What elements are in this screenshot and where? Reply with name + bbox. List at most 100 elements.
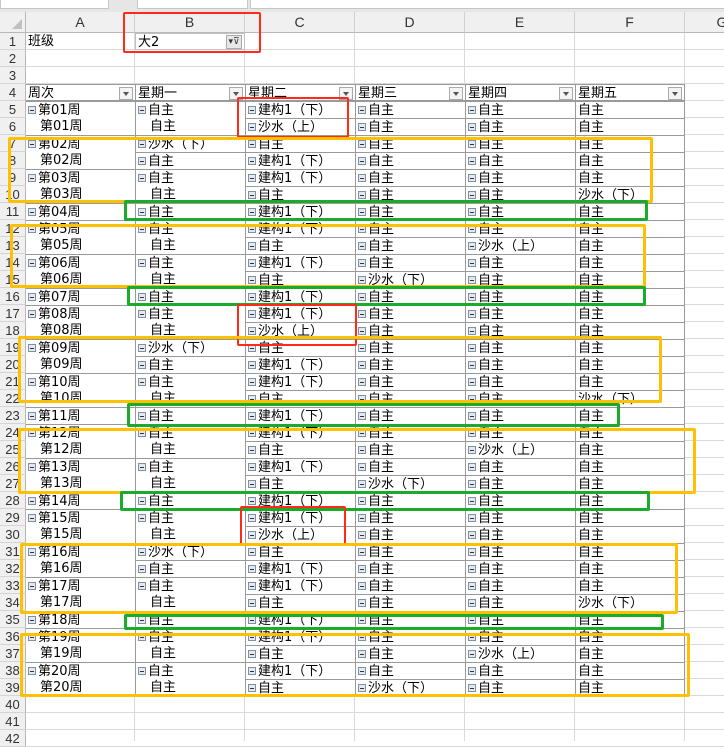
schedule-cell[interactable]: 自主 xyxy=(135,424,245,441)
schedule-cell[interactable]: 自主 xyxy=(135,101,245,118)
collapse-icon[interactable] xyxy=(358,394,366,403)
schedule-cell[interactable]: 自主 xyxy=(245,271,355,288)
schedule-cell[interactable]: 自主 xyxy=(465,509,575,526)
schedule-cell[interactable]: 自主 xyxy=(465,577,575,594)
schedule-cell[interactable]: 沙水（上） xyxy=(245,526,355,543)
week-cell[interactable]: 第16周 xyxy=(26,560,135,577)
week-cell[interactable]: 第12周 xyxy=(26,441,135,458)
week-cell[interactable]: 第10周 xyxy=(26,373,135,390)
schedule-cell[interactable]: 自主 xyxy=(245,135,355,152)
schedule-cell[interactable]: 自主 xyxy=(135,679,245,696)
collapse-icon[interactable] xyxy=(358,343,366,352)
row-header[interactable]: 10 xyxy=(0,186,26,203)
collapse-icon[interactable] xyxy=(138,547,146,556)
collapse-icon[interactable] xyxy=(248,496,256,505)
collapse-icon[interactable] xyxy=(138,428,146,437)
dropdown-arrow-icon[interactable] xyxy=(119,87,133,100)
collapse-icon[interactable] xyxy=(468,445,476,454)
column-header-D[interactable]: D xyxy=(355,12,465,33)
collapse-icon[interactable] xyxy=(28,377,36,386)
schedule-cell[interactable]: 建构1（下） xyxy=(245,458,355,475)
schedule-cell[interactable]: 自主 xyxy=(465,611,575,628)
schedule-cell[interactable]: 自主 xyxy=(135,441,245,458)
collapse-icon[interactable] xyxy=(138,564,146,573)
schedule-cell[interactable]: 建构1（下） xyxy=(245,356,355,373)
collapse-icon[interactable] xyxy=(358,377,366,386)
schedule-cell[interactable]: 沙水（下） xyxy=(575,594,685,611)
week-cell[interactable]: 第18周 xyxy=(26,611,135,628)
row-header[interactable]: 12 xyxy=(0,220,26,237)
collapse-icon[interactable] xyxy=(468,377,476,386)
schedule-cell[interactable]: 自主 xyxy=(135,662,245,679)
schedule-cell[interactable]: 自主 xyxy=(575,220,685,237)
column-header-A[interactable]: A xyxy=(26,12,135,33)
collapse-icon[interactable] xyxy=(468,394,476,403)
schedule-cell[interactable]: 自主 xyxy=(355,577,465,594)
row-header[interactable]: 7 xyxy=(0,135,26,152)
formula-input[interactable] xyxy=(250,0,724,9)
schedule-cell[interactable]: 自主 xyxy=(465,101,575,118)
collapse-icon[interactable] xyxy=(468,292,476,301)
schedule-cell[interactable]: 自主 xyxy=(575,356,685,373)
schedule-cell[interactable]: 自主 xyxy=(465,373,575,390)
schedule-cell[interactable]: 自主 xyxy=(575,152,685,169)
row-header[interactable]: 32 xyxy=(0,560,26,577)
schedule-cell[interactable]: 自主 xyxy=(355,288,465,305)
schedule-cell[interactable]: 自主 xyxy=(245,594,355,611)
schedule-cell[interactable]: 沙水（下） xyxy=(355,679,465,696)
collapse-icon[interactable] xyxy=(358,581,366,590)
schedule-cell[interactable]: 自主 xyxy=(355,118,465,135)
schedule-cell[interactable]: 自主 xyxy=(355,645,465,662)
schedule-cell[interactable]: 自主 xyxy=(355,628,465,645)
row-header[interactable]: 39 xyxy=(0,679,26,696)
collapse-icon[interactable] xyxy=(358,360,366,369)
schedule-cell[interactable]: 自主 xyxy=(135,186,245,203)
week-cell[interactable]: 第02周 xyxy=(26,152,135,169)
collapse-icon[interactable] xyxy=(248,326,256,335)
collapse-icon[interactable] xyxy=(468,241,476,250)
schedule-cell[interactable]: 建构1（下） xyxy=(245,203,355,220)
schedule-cell[interactable]: 建构1（下） xyxy=(245,152,355,169)
collapse-icon[interactable] xyxy=(138,105,146,114)
collapse-icon[interactable] xyxy=(358,258,366,267)
row-header[interactable]: 30 xyxy=(0,526,26,543)
schedule-cell[interactable]: 建构1（下） xyxy=(245,254,355,271)
collapse-icon[interactable] xyxy=(358,547,366,556)
week-cell[interactable]: 第08周 xyxy=(26,322,135,339)
schedule-cell[interactable]: 建构1（下） xyxy=(245,424,355,441)
week-cell[interactable]: 第06周 xyxy=(26,271,135,288)
collapse-icon[interactable] xyxy=(248,598,256,607)
collapse-icon[interactable] xyxy=(358,462,366,471)
schedule-cell[interactable]: 自主 xyxy=(245,679,355,696)
schedule-cell[interactable]: 自主 xyxy=(355,322,465,339)
schedule-cell[interactable]: 自主 xyxy=(575,305,685,322)
collapse-icon[interactable] xyxy=(248,360,256,369)
collapse-icon[interactable] xyxy=(248,224,256,233)
row-header[interactable]: 20 xyxy=(0,356,26,373)
collapse-icon[interactable] xyxy=(138,156,146,165)
collapse-icon[interactable] xyxy=(248,309,256,318)
collapse-icon[interactable] xyxy=(138,360,146,369)
schedule-cell[interactable]: 自主 xyxy=(575,118,685,135)
schedule-cell[interactable]: 自主 xyxy=(135,577,245,594)
collapse-icon[interactable] xyxy=(468,632,476,641)
pivot-header-cell[interactable]: 星期五 xyxy=(575,84,685,101)
week-cell[interactable]: 第16周 xyxy=(26,543,135,560)
schedule-cell[interactable]: 自主 xyxy=(465,305,575,322)
schedule-cell[interactable]: 自主 xyxy=(355,305,465,322)
collapse-icon[interactable] xyxy=(138,173,146,182)
schedule-cell[interactable]: 自主 xyxy=(135,611,245,628)
week-cell[interactable]: 第17周 xyxy=(26,594,135,611)
schedule-cell[interactable]: 建构1（下） xyxy=(245,220,355,237)
row-header[interactable]: 17 xyxy=(0,305,26,322)
collapse-icon[interactable] xyxy=(468,683,476,692)
collapse-icon[interactable] xyxy=(248,547,256,556)
collapse-icon[interactable] xyxy=(138,411,146,420)
schedule-cell[interactable]: 自主 xyxy=(355,220,465,237)
collapse-icon[interactable] xyxy=(468,428,476,437)
column-header-B[interactable]: B xyxy=(135,12,245,33)
schedule-cell[interactable]: 自主 xyxy=(575,543,685,560)
week-cell[interactable]: 第13周 xyxy=(26,475,135,492)
collapse-icon[interactable] xyxy=(28,632,36,641)
schedule-cell[interactable]: 自主 xyxy=(135,203,245,220)
